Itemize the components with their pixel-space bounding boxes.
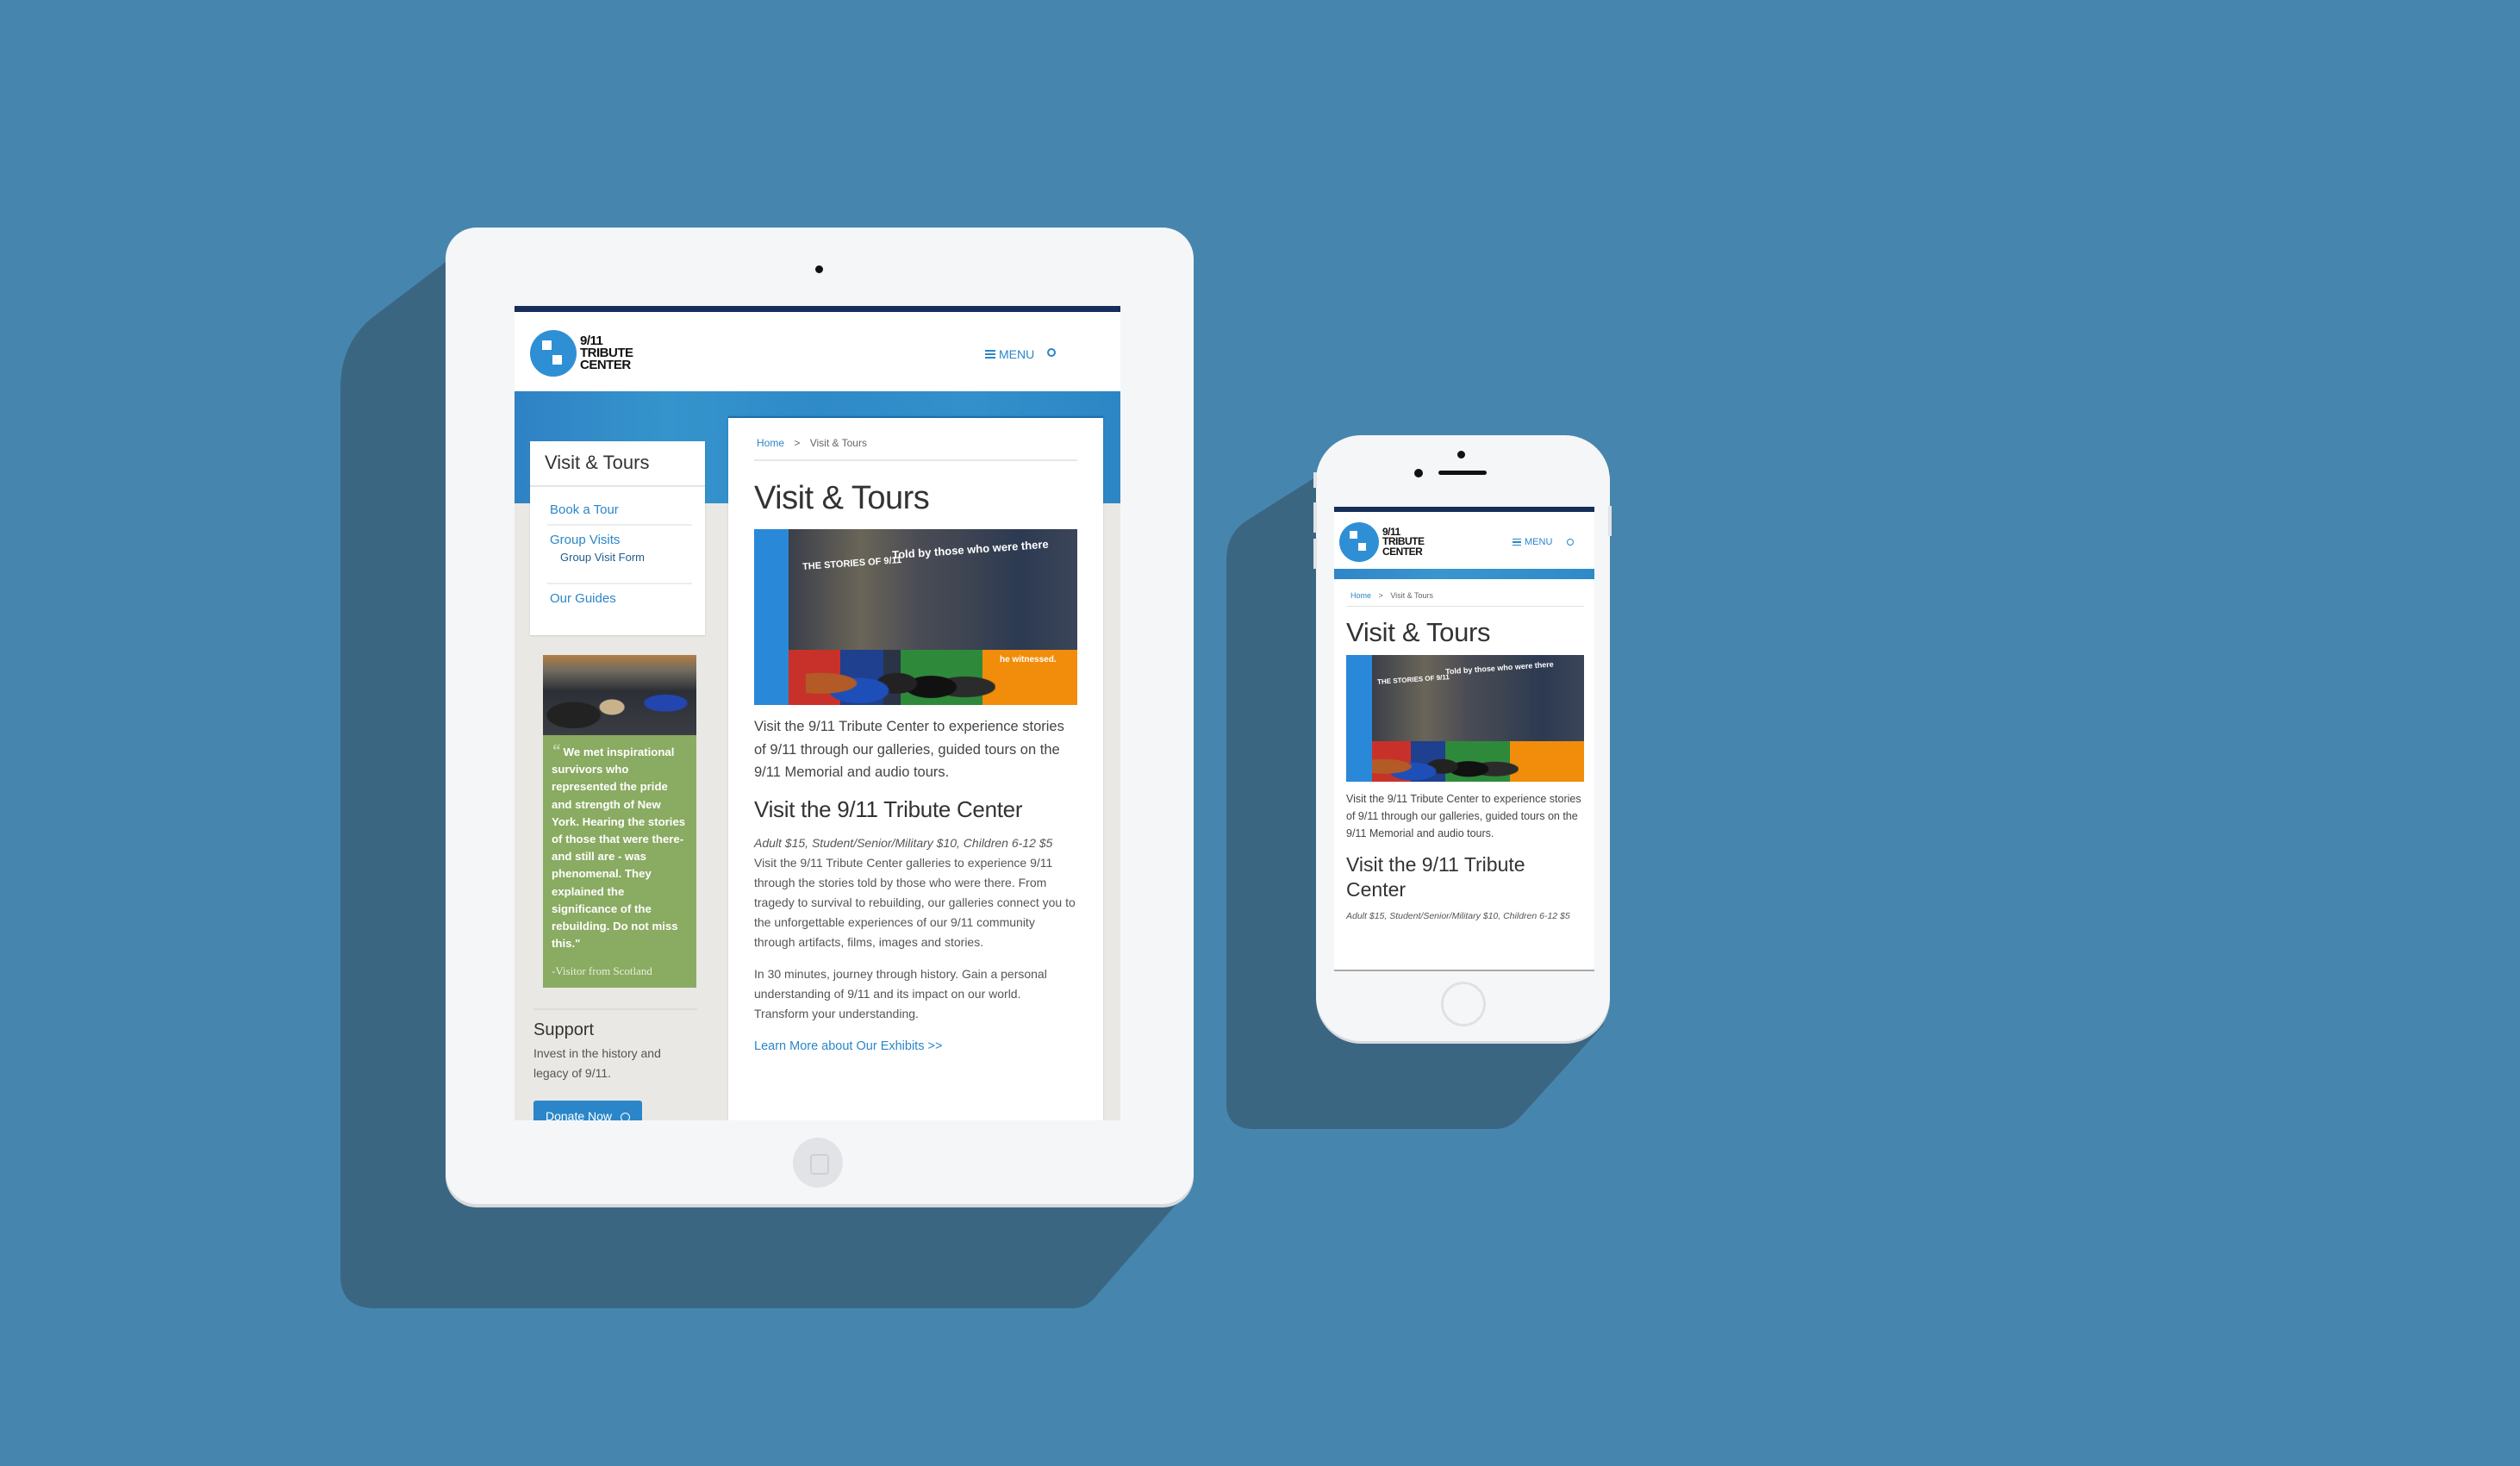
- nav-book-a-tour[interactable]: Book a Tour: [547, 496, 692, 526]
- phone-intro-text: Visit the 9/11 Tribute Center to experie…: [1346, 793, 1581, 839]
- body-paragraph-2: In 30 minutes, journey through history. …: [754, 966, 1047, 1020]
- phone-page-title: Visit & Tours: [1346, 617, 1491, 647]
- logo-text: 9/11 TRIBUTE CENTER: [580, 334, 633, 372]
- site-logo[interactable]: 9/11 TRIBUTE CENTER: [530, 330, 633, 377]
- search-icon[interactable]: [1567, 539, 1574, 546]
- intro-text: Visit the 9/11 Tribute Center to experie…: [754, 719, 1064, 780]
- tablet-camera: [815, 265, 823, 273]
- body-paragraph-1: Visit the 9/11 Tribute Center galleries …: [754, 855, 1076, 949]
- phone-camera: [1457, 451, 1465, 459]
- site-header: 9/11 TRIBUTE CENTER MENU: [515, 312, 1120, 391]
- nav-our-guides[interactable]: Our Guides: [547, 584, 692, 613]
- phone-power-button: [1608, 506, 1612, 536]
- phone-speaker: [1438, 471, 1487, 475]
- breadcrumb: Home > Visit & Tours: [754, 418, 1077, 461]
- nav-group-visits[interactable]: Group Visits Group Visit Form: [547, 526, 692, 584]
- tablet-home-button[interactable]: [793, 1138, 843, 1188]
- logo-line-3: CENTER: [1382, 545, 1423, 558]
- testimonial-attribution: -Visitor from Scotland: [552, 964, 652, 978]
- admission-prices: Adult $15, Student/Senior/Military $10, …: [754, 835, 1053, 850]
- learn-more-link[interactable]: Learn More about Our Exhibits >>: [754, 1039, 1077, 1053]
- section-nav-title: Visit & Tours: [530, 441, 705, 487]
- circle-arrow-icon: [620, 1112, 630, 1120]
- support-block: Support Invest in the history and legacy…: [533, 1008, 697, 1120]
- breadcrumb-separator: >: [1378, 591, 1383, 600]
- search-icon[interactable]: [1047, 348, 1056, 357]
- breadcrumb-separator: >: [794, 437, 801, 449]
- page-title: Visit & Tours: [754, 480, 930, 516]
- quote-icon: “: [552, 741, 560, 760]
- tablet-screen: 9/11 TRIBUTE CENTER MENU Visit & Tours B…: [515, 306, 1120, 1120]
- phone-site-logo[interactable]: 9/11 TRIBUTE CENTER: [1339, 522, 1425, 562]
- phone-hero-image: THE STORIES OF 9/11 Told by those who we…: [1346, 655, 1584, 782]
- tribute-logo-icon: [1339, 522, 1379, 562]
- menu-label: MENU: [999, 347, 1035, 361]
- phone-volume-button: [1313, 472, 1317, 488]
- breadcrumb-home[interactable]: Home: [1350, 591, 1371, 600]
- nav-group-visits-label[interactable]: Group Visits: [550, 533, 692, 547]
- support-title: Support: [533, 1020, 595, 1039]
- hero-caption-band: he witnessed.: [1000, 655, 1057, 664]
- section-nav: Visit & Tours Book a Tour Group Visits G…: [530, 441, 705, 635]
- phone-screen: 9/11 TRIBUTE CENTER MENU Home > Visit & …: [1334, 507, 1594, 971]
- phone-admission-prices: Adult $15, Student/Senior/Military $10, …: [1346, 911, 1570, 921]
- donate-label: Donate Now: [546, 1109, 613, 1120]
- hamburger-icon: [985, 350, 995, 359]
- phone-sensor: [1414, 469, 1423, 477]
- testimonial-photo: [543, 655, 696, 735]
- breadcrumb-home[interactable]: Home: [757, 437, 784, 449]
- hero-image: THE STORIES OF 9/11 Told by those who we…: [754, 529, 1077, 705]
- phone-logo-text: 9/11 TRIBUTE CENTER: [1382, 527, 1425, 556]
- menu-button[interactable]: MENU: [985, 347, 1034, 361]
- phone-volume-down: [1313, 539, 1317, 569]
- phone-breadcrumb: Home > Visit & Tours: [1346, 579, 1584, 607]
- breadcrumb-current: Visit & Tours: [809, 437, 867, 449]
- phone-menu-label: MENU: [1525, 537, 1553, 547]
- device-shadows: [340, 262, 1610, 1308]
- tribute-logo-icon: [530, 330, 577, 377]
- phone-menu-button[interactable]: MENU: [1513, 537, 1552, 547]
- support-text: Invest in the history and legacy of 9/11…: [533, 1046, 661, 1080]
- logo-line-3: CENTER: [580, 357, 631, 372]
- phone-site-header: 9/11 TRIBUTE CENTER MENU: [1334, 512, 1594, 569]
- top-bar: [515, 306, 1120, 312]
- donate-button[interactable]: Donate Now: [533, 1101, 642, 1120]
- main-content: Home > Visit & Tours Visit & Tours THE S…: [728, 416, 1103, 1120]
- testimonial-text: We met inspirational survivors who repre…: [552, 745, 686, 951]
- phone-volume-up: [1313, 502, 1317, 533]
- hamburger-icon: [1513, 538, 1521, 546]
- testimonial-quote: “ We met inspirational survivors who rep…: [543, 735, 696, 952]
- testimonial-card: “ We met inspirational survivors who rep…: [543, 655, 696, 988]
- phone-hero-band: [1334, 569, 1594, 579]
- section-title: Visit the 9/11 Tribute Center: [754, 795, 1023, 822]
- nav-group-visit-form[interactable]: Group Visit Form: [550, 547, 692, 564]
- phone-section-title: Visit the 9/11 Tribute Center: [1346, 853, 1525, 901]
- breadcrumb-current: Visit & Tours: [1390, 591, 1434, 600]
- phone-home-button[interactable]: [1441, 982, 1486, 1026]
